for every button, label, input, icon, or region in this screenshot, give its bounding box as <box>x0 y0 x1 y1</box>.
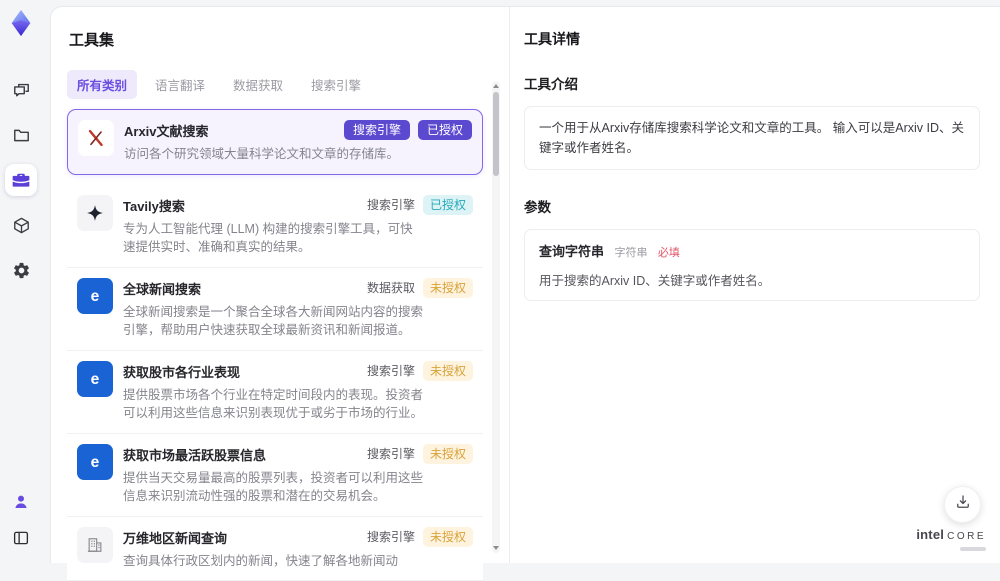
cube-icon <box>12 216 31 235</box>
app-logo-icon <box>6 8 36 38</box>
tool-description: 专为人工智能代理 (LLM) 构建的搜索引擎工具，可快速提供实时、准确和真实的结… <box>123 220 423 257</box>
category-tabs: 所有类别语言翻译数据获取搜索引擎 <box>67 70 483 99</box>
building-icon <box>77 527 113 563</box>
tool-description: 提供当天交易量最高的股票列表，投资者可以利用这些信息来识别流动性强的股票和潜在的… <box>123 469 423 506</box>
scroll-down-arrow[interactable] <box>493 546 499 550</box>
tool-card[interactable]: e 获取市场最活跃股票信息 提供当天交易量最高的股票列表，投资者可以利用这些信息… <box>67 434 483 517</box>
tool-auth-badge: 未授权 <box>423 444 473 464</box>
param-type: 字符串 <box>614 247 647 259</box>
tool-description: 访问各个研究领域大量科学论文和文章的存储库。 <box>124 145 424 164</box>
tool-category-tag: 搜索引擎 <box>367 196 415 213</box>
tools-list-panel: 工具集 所有类别语言翻译数据获取搜索引擎 Arxiv文献搜索 访问各个研究领域大… <box>51 7 509 563</box>
tool-card[interactable]: Arxiv文献搜索 访问各个研究领域大量科学论文和文章的存储库。 搜索引擎 已授… <box>67 109 483 175</box>
param-name: 查询字符串 <box>539 244 604 259</box>
rail-bottom <box>5 489 37 551</box>
scroll-up-arrow[interactable] <box>493 84 499 88</box>
sidebar-item-panel-toggle[interactable] <box>5 525 37 551</box>
tool-name: Tavily搜索 <box>123 196 323 215</box>
tool-auth-badge: 已授权 <box>418 120 472 140</box>
intro-box: 一个用于从Arxiv存储库搜索科学论文和文章的工具。 输入可以是Arxiv ID… <box>524 106 980 170</box>
tool-name: 获取市场最活跃股票信息 <box>123 445 323 464</box>
scrollbar-thumb[interactable] <box>493 92 499 176</box>
tavily-icon <box>77 195 113 231</box>
chat-icon <box>12 81 31 100</box>
tool-description: 提供股票市场各个行业在特定时间段内的表现。投资者可以利用这些信息来识别表现优于或… <box>123 386 423 423</box>
tool-auth-badge: 未授权 <box>423 527 473 547</box>
sidebar-item-chat[interactable] <box>5 74 37 106</box>
intel-core-logo: intelCORE <box>916 526 986 551</box>
sidebar-item-folder[interactable] <box>5 119 37 151</box>
news-logo-icon: e <box>77 361 113 397</box>
tool-auth-badge: 已授权 <box>423 195 473 215</box>
tool-auth-badge: 未授权 <box>423 278 473 298</box>
panel-toggle-icon <box>12 529 30 547</box>
tool-category-tag: 搜索引擎 <box>367 362 415 379</box>
news-logo-icon: e <box>77 278 113 314</box>
download-icon <box>954 493 972 516</box>
category-tab[interactable]: 所有类别 <box>67 70 137 99</box>
detail-title: 工具详情 <box>524 29 980 49</box>
svg-text:e: e <box>91 288 100 305</box>
page-title: 工具集 <box>69 29 483 50</box>
tool-detail-panel: 工具详情 工具介绍 一个用于从Arxiv存储库搜索科学论文和文章的工具。 输入可… <box>509 7 1000 563</box>
tool-auth-badge: 未授权 <box>423 361 473 381</box>
tool-category-tag: 搜索引擎 <box>367 528 415 545</box>
param-required-badge: 必填 <box>658 247 680 259</box>
tool-description: 全球新闻搜索是一个聚合全球各大新闻网站内容的搜索引擎，帮助用户快速获取全球最新资… <box>123 303 423 340</box>
settings-icon <box>12 261 31 280</box>
brand-sub-mark <box>960 547 986 551</box>
sidebar-item-settings[interactable] <box>5 254 37 286</box>
category-tab[interactable]: 数据获取 <box>223 70 293 99</box>
tool-category-tag: 搜索引擎 <box>367 445 415 462</box>
intel-wordmark: intel <box>916 527 944 542</box>
param-box: 查询字符串 字符串 必填 用于搜索的Arxiv ID、关键字或作者姓名。 <box>524 229 980 301</box>
core-wordmark: CORE <box>947 531 986 542</box>
tool-description: 查询具体行政区划内的新闻，快速了解各地新闻动 <box>123 552 423 571</box>
intro-text: 一个用于从Arxiv存储库搜索科学论文和文章的工具。 输入可以是Arxiv ID… <box>539 118 965 158</box>
tools-list: Arxiv文献搜索 访问各个研究领域大量科学论文和文章的存储库。 搜索引擎 已授… <box>67 109 483 581</box>
tool-category-tag: 数据获取 <box>367 279 415 296</box>
tool-name: Arxiv文献搜索 <box>124 121 322 140</box>
download-button[interactable] <box>944 486 981 523</box>
param-description: 用于搜索的Arxiv ID、关键字或作者姓名。 <box>539 270 965 289</box>
folder-icon <box>12 126 31 145</box>
avatar-icon <box>12 493 30 511</box>
category-tab[interactable]: 语言翻译 <box>145 70 215 99</box>
tool-card[interactable]: 万维地区新闻查询 查询具体行政区划内的新闻，快速了解各地新闻动 搜索引擎 未授权 <box>67 517 483 581</box>
sidebar-item-cube[interactable] <box>5 209 37 241</box>
tool-card[interactable]: e 获取股市各行业表现 提供股票市场各个行业在特定时间段内的表现。投资者可以利用… <box>67 351 483 434</box>
tool-name: 全球新闻搜索 <box>123 279 323 298</box>
main-surface: 工具集 所有类别语言翻译数据获取搜索引擎 Arxiv文献搜索 访问各个研究领域大… <box>50 6 1000 563</box>
tool-category-tag: 搜索引擎 <box>344 120 410 140</box>
sidebar-item-user[interactable] <box>5 489 37 515</box>
tool-name: 万维地区新闻查询 <box>123 528 323 547</box>
svg-text:e: e <box>91 371 100 388</box>
arxiv-icon <box>78 120 114 156</box>
tool-name: 获取股市各行业表现 <box>123 362 323 381</box>
category-tab[interactable]: 搜索引擎 <box>301 70 371 99</box>
sidebar-item-toolbox[interactable] <box>5 164 37 196</box>
tool-card[interactable]: Tavily搜索 专为人工智能代理 (LLM) 构建的搜索引擎工具，可快速提供实… <box>67 185 483 268</box>
tool-card[interactable]: e 全球新闻搜索 全球新闻搜索是一个聚合全球各大新闻网站内容的搜索引擎，帮助用户… <box>67 268 483 351</box>
svg-text:e: e <box>91 454 100 471</box>
rail-nav <box>5 74 37 286</box>
news-logo-icon: e <box>77 444 113 480</box>
left-rail <box>0 0 42 563</box>
toolbox-icon <box>11 170 31 190</box>
list-scrollbar[interactable] <box>492 81 500 553</box>
intro-heading: 工具介绍 <box>524 73 980 93</box>
params-heading: 参数 <box>524 196 980 216</box>
